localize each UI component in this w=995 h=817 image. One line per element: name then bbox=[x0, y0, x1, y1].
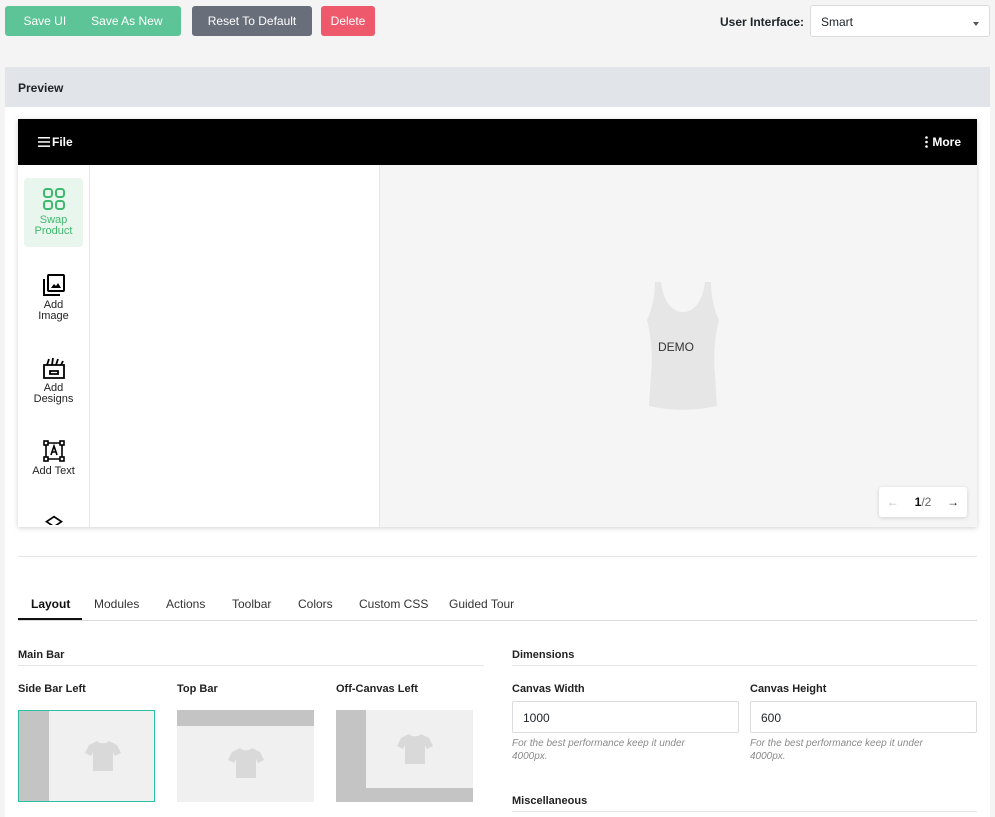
save-ui-button[interactable]: Save UI bbox=[23, 14, 66, 28]
dimensions-title: Dimensions bbox=[512, 649, 575, 661]
layers-icon bbox=[44, 515, 63, 525]
hamburger-icon bbox=[38, 137, 50, 147]
sidebar-item-label: Image bbox=[38, 310, 69, 322]
grid-icon bbox=[42, 188, 65, 210]
section-divider bbox=[18, 556, 977, 557]
sidebar-item-label: Add Text bbox=[32, 465, 75, 477]
designs-icon bbox=[42, 357, 65, 379]
sidebar-panel bbox=[90, 165, 380, 527]
canvas-height-value: 600 bbox=[761, 711, 782, 725]
caret-down-icon bbox=[973, 22, 979, 26]
canvas-height-label: Canvas Height bbox=[750, 683, 827, 695]
tab-toolbar[interactable]: Toolbar bbox=[232, 597, 271, 611]
option-label-side-bar-left: Side Bar Left bbox=[18, 683, 86, 695]
delete-button[interactable]: Delete bbox=[321, 6, 375, 36]
reset-to-default-button[interactable]: Reset To Default bbox=[192, 6, 312, 36]
user-interface-select[interactable]: Smart bbox=[810, 5, 990, 37]
tab-colors[interactable]: Colors bbox=[298, 597, 333, 611]
layout-bar-shape bbox=[336, 788, 473, 802]
tshirt-icon bbox=[84, 741, 121, 771]
tab-custom-css[interactable]: Custom CSS bbox=[359, 597, 428, 611]
canvas-width-label: Canvas Width bbox=[512, 683, 585, 695]
save-button-group: Save UI Save As New bbox=[5, 6, 181, 36]
miscellaneous-title: Miscellaneous bbox=[512, 795, 588, 807]
page-navigator: ← 1/2 → bbox=[879, 487, 967, 517]
image-icon bbox=[42, 274, 65, 296]
arrow-left-icon[interactable]: ← bbox=[887, 495, 899, 509]
more-menu-button[interactable]: More bbox=[925, 135, 961, 149]
canvas-width-input[interactable]: 1000 bbox=[512, 701, 739, 733]
layout-bar-shape bbox=[177, 710, 314, 726]
sidebar-item-add-text[interactable]: Add Text bbox=[24, 440, 83, 486]
main-bar-title: Main Bar bbox=[18, 649, 65, 661]
sidebar-item-add-designs[interactable]: Add Designs bbox=[24, 357, 83, 413]
main-bar-divider bbox=[18, 665, 484, 666]
sidebar-item-label: Designs bbox=[33, 393, 74, 405]
canvas-width-hint: For the best performance keep it under 4… bbox=[512, 738, 685, 762]
sidebar-item-label: Product bbox=[34, 225, 73, 237]
layout-option-side-bar-left[interactable] bbox=[18, 710, 155, 802]
preview-title: Preview bbox=[18, 81, 64, 95]
save-as-new-button[interactable]: Save As New bbox=[91, 14, 162, 28]
sidebar-item-more[interactable] bbox=[24, 515, 83, 527]
canvas-height-input[interactable]: 600 bbox=[750, 701, 977, 733]
tab-actions[interactable]: Actions bbox=[166, 597, 205, 611]
vertical-dots-icon bbox=[925, 136, 929, 148]
active-tab-indicator bbox=[18, 618, 82, 620]
tshirt-icon bbox=[397, 733, 434, 764]
designer-top-bar: File More bbox=[18, 119, 977, 165]
tab-modules[interactable]: Modules bbox=[94, 597, 139, 611]
tshirt-icon bbox=[227, 748, 264, 779]
option-label-top-bar: Top Bar bbox=[177, 683, 218, 695]
layout-option-off-canvas-left[interactable] bbox=[336, 710, 473, 802]
preview-header: Preview bbox=[5, 67, 990, 107]
settings-tabs: Layout Modules Actions Toolbar Colors Cu… bbox=[18, 587, 977, 621]
miscellaneous-divider bbox=[512, 811, 977, 812]
tab-layout[interactable]: Layout bbox=[31, 597, 70, 611]
file-menu-button[interactable]: File bbox=[38, 135, 73, 149]
user-interface-label: User Interface: bbox=[720, 15, 805, 29]
designer-sidebar: Swap Product Add Image Add Designs Add T… bbox=[18, 165, 90, 527]
layout-option-top-bar[interactable] bbox=[177, 710, 314, 802]
demo-text: DEMO bbox=[658, 340, 694, 354]
dimensions-divider bbox=[512, 665, 977, 666]
designer-preview: File More Swap Product Add Image Add Des… bbox=[18, 119, 977, 527]
sidebar-item-add-image[interactable]: Add Image bbox=[24, 274, 83, 330]
more-menu-label: More bbox=[932, 135, 961, 149]
canvas-height-hint: For the best performance keep it under 4… bbox=[750, 738, 923, 762]
file-menu-label: File bbox=[52, 135, 73, 149]
arrow-right-icon[interactable]: → bbox=[947, 495, 959, 509]
page-indicator: 1/2 bbox=[915, 495, 932, 509]
tab-guided-tour[interactable]: Guided Tour bbox=[449, 597, 514, 611]
canvas-width-value: 1000 bbox=[523, 711, 550, 725]
layout-bar-shape bbox=[19, 711, 49, 801]
user-interface-value: Smart bbox=[821, 15, 854, 29]
page-total: /2 bbox=[921, 495, 932, 509]
option-label-off-canvas-left: Off-Canvas Left bbox=[336, 683, 418, 695]
text-box-icon bbox=[42, 440, 65, 462]
sidebar-item-swap-product[interactable]: Swap Product bbox=[24, 178, 83, 247]
